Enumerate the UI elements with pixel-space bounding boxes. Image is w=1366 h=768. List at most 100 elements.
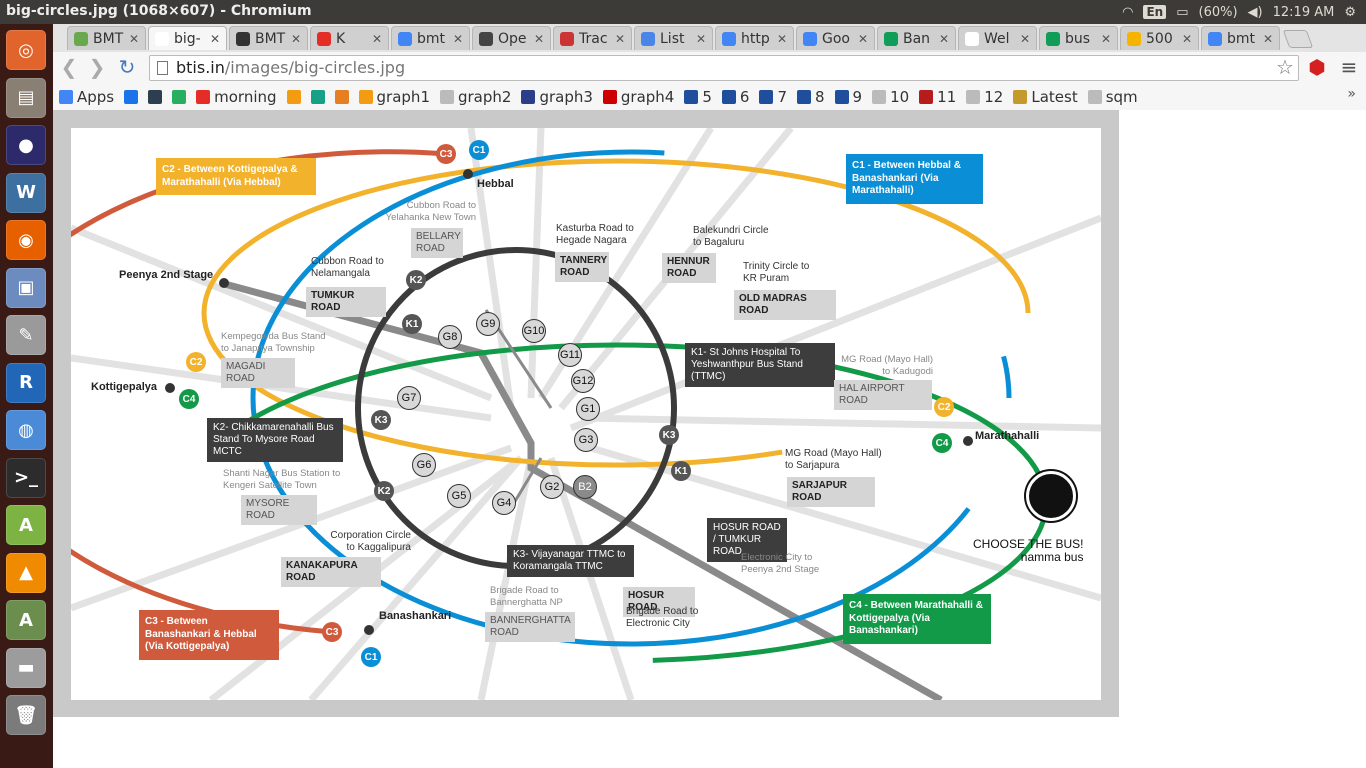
stop-g12[interactable]: G12 (571, 369, 595, 393)
stop-g6[interactable]: G6 (412, 453, 436, 477)
browser-tab[interactable]: Wel ✕ (958, 26, 1037, 50)
bookmark-item[interactable] (310, 90, 329, 104)
bookmark-item[interactable] (172, 90, 190, 104)
tab-close-icon[interactable]: ✕ (1182, 32, 1192, 46)
tab-close-icon[interactable]: ✕ (291, 32, 301, 46)
browser-tab[interactable]: BMT ✕ (229, 26, 308, 50)
bus-route-map[interactable]: Hebbal Peenya 2nd Stage Kottigepalya Mar… (71, 128, 1101, 700)
tab-close-icon[interactable]: ✕ (534, 32, 544, 46)
browser-tab[interactable]: bus ✕ (1039, 26, 1118, 50)
browser-tab[interactable]: Goo ✕ (796, 26, 875, 50)
tab-close-icon[interactable]: ✕ (939, 32, 949, 46)
wifi-icon[interactable]: ◠ (1122, 5, 1133, 20)
tab-close-icon[interactable]: ✕ (1263, 32, 1273, 46)
launcher-text-editor-icon[interactable]: ✎ (6, 315, 46, 355)
bookmark-item[interactable]: graph2 (439, 88, 515, 106)
keyboard-layout[interactable]: En (1143, 5, 1167, 19)
bookmark-item[interactable]: 6 (721, 88, 754, 106)
browser-tab[interactable]: K ✕ (310, 26, 389, 50)
stop-k2-north[interactable]: K2 (406, 270, 426, 290)
stop-g8[interactable]: G8 (438, 325, 462, 349)
tab-close-icon[interactable]: ✕ (453, 32, 463, 46)
more-bookmarks-icon[interactable]: » (1347, 86, 1356, 102)
new-tab-button[interactable] (1282, 30, 1314, 48)
launcher-vlc-icon[interactable]: ▲ (6, 552, 46, 593)
stop-k3-east[interactable]: K3 (659, 425, 679, 445)
bookmark-item[interactable]: 12 (966, 88, 1007, 106)
tab-close-icon[interactable]: ✕ (858, 32, 868, 46)
volume-icon[interactable]: ◀) (1248, 5, 1263, 20)
launcher-terminal-icon[interactable]: >_ (6, 457, 46, 498)
stop-g10[interactable]: G10 (522, 319, 546, 343)
launcher-mysql-workbench-icon[interactable]: W (6, 172, 46, 213)
bookmark-item[interactable]: 9 (834, 88, 867, 106)
browser-tab[interactable]: Ope ✕ (472, 26, 551, 50)
launcher-chromium-icon[interactable]: ◍ (6, 410, 46, 450)
tab-close-icon[interactable]: ✕ (777, 32, 787, 46)
stop-g4[interactable]: G4 (492, 491, 516, 515)
stop-g9[interactable]: G9 (476, 312, 500, 336)
browser-tab[interactable]: Ban ✕ (877, 26, 956, 50)
bookmark-item[interactable]: 11 (919, 88, 960, 106)
tab-close-icon[interactable]: ✕ (615, 32, 625, 46)
launcher-ubuntu-icon[interactable]: ◎ (6, 30, 46, 70)
launcher-files-icon[interactable]: ▤ (6, 77, 46, 118)
tab-close-icon[interactable]: ✕ (696, 32, 706, 46)
tab-close-icon[interactable]: ✕ (210, 32, 220, 46)
address-bar[interactable]: btis.in/images/big-circles.jpg (149, 55, 1299, 81)
forward-icon[interactable]: ❯ (85, 55, 109, 79)
stop-k1-east[interactable]: K1 (671, 461, 691, 481)
launcher-software-updater-icon[interactable]: A (6, 600, 46, 640)
bookmark-item[interactable]: graph4 (602, 88, 678, 106)
launcher-firefox-icon[interactable]: ◉ (6, 220, 46, 260)
bookmark-item[interactable]: 10 (872, 88, 913, 106)
browser-tab[interactable]: http ✕ (715, 26, 794, 50)
tab-close-icon[interactable]: ✕ (372, 32, 382, 46)
browser-tab[interactable]: BMT ✕ (67, 26, 146, 50)
bookmark-item[interactable]: graph3 (521, 88, 596, 106)
stop-k3-west[interactable]: K3 (371, 410, 391, 430)
clock[interactable]: 12:19 AM (1273, 5, 1335, 20)
settings-gear-icon[interactable]: ⚙ (1344, 5, 1356, 20)
reload-icon[interactable]: ↻ (115, 55, 139, 79)
launcher-disk-icon[interactable]: ▬ (6, 647, 46, 688)
menu-icon[interactable]: ≡ (1337, 55, 1361, 79)
bookmark-item[interactable] (124, 90, 142, 104)
bookmark-item[interactable] (334, 90, 353, 104)
battery-icon[interactable]: ▭ (1176, 5, 1188, 20)
bookmark-item[interactable]: Apps (59, 88, 118, 106)
stop-g11[interactable]: G11 (558, 343, 582, 367)
launcher-trash-icon[interactable]: 🗑 (6, 695, 46, 735)
stop-b2[interactable]: B2 (573, 475, 597, 499)
tab-close-icon[interactable]: ✕ (1101, 32, 1111, 46)
bookmark-star-icon[interactable]: ☆ (1273, 55, 1297, 79)
launcher-android-studio-icon[interactable]: A (6, 505, 46, 545)
extension-icon[interactable]: ⬢ (1305, 55, 1329, 79)
stop-g5[interactable]: G5 (447, 484, 471, 508)
stop-g3[interactable]: G3 (574, 428, 598, 452)
bookmark-item[interactable] (286, 90, 305, 104)
browser-tab[interactable]: Trac ✕ (553, 26, 632, 50)
stop-g1[interactable]: G1 (576, 397, 600, 421)
bookmark-item[interactable]: morning (196, 88, 280, 106)
bookmark-item[interactable]: 5 (684, 88, 716, 106)
bookmark-item[interactable]: Latest (1013, 88, 1081, 106)
tab-close-icon[interactable]: ✕ (1020, 32, 1030, 46)
launcher-image-viewer-icon[interactable]: ▣ (6, 267, 46, 308)
battery-level[interactable]: (60%) (1199, 5, 1238, 20)
bookmark-item[interactable]: 8 (796, 88, 829, 106)
stop-g7[interactable]: G7 (397, 386, 421, 410)
launcher-eclipse-icon[interactable]: ● (6, 125, 46, 165)
launcher-r-icon[interactable]: R (6, 362, 46, 403)
bookmark-item[interactable] (148, 90, 166, 104)
tab-close-icon[interactable]: ✕ (129, 32, 139, 46)
browser-tab[interactable]: bmt ✕ (391, 26, 470, 50)
browser-tab[interactable]: List ✕ (634, 26, 713, 50)
stop-k1-west[interactable]: K1 (402, 314, 422, 334)
bookmark-item[interactable]: sqm (1087, 88, 1142, 106)
browser-tab[interactable]: 500 ✕ (1120, 26, 1199, 50)
back-icon[interactable]: ❮ (57, 55, 81, 79)
browser-tab[interactable]: bmt ✕ (1201, 26, 1280, 50)
bookmark-item[interactable]: graph1 (358, 88, 434, 106)
bookmark-item[interactable]: 7 (759, 88, 791, 106)
